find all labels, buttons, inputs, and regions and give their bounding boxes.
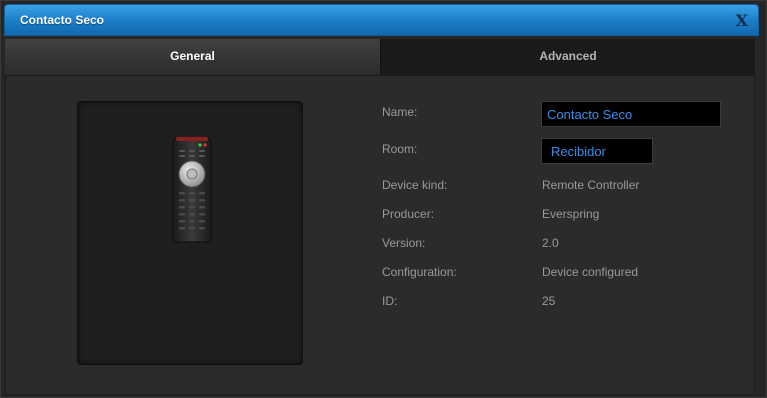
- name-row: Name:: [382, 101, 742, 129]
- configuration-label: Configuration:: [382, 265, 457, 279]
- producer-value: Everspring: [542, 207, 600, 221]
- producer-label: Producer:: [382, 207, 435, 221]
- device-kind-row: Device kind: Remote Controller: [382, 178, 742, 204]
- tab-general[interactable]: General: [5, 39, 380, 75]
- close-button[interactable]: X: [736, 11, 748, 30]
- room-input[interactable]: [541, 138, 653, 164]
- dialog-titlebar[interactable]: Contacto Seco X: [4, 4, 759, 36]
- version-value: 2.0: [542, 236, 559, 250]
- device-dialog: Contacto Seco X General Advanced Name: C…: [0, 0, 767, 398]
- device-kind-value: Remote Controller: [542, 178, 640, 192]
- tab-bar: General Advanced: [5, 39, 755, 75]
- id-value: 25: [542, 294, 556, 308]
- configuration-value: Device configured: [542, 265, 639, 279]
- dialog-title: Contacto Seco: [20, 13, 105, 27]
- device-kind-label: Device kind:: [382, 178, 448, 192]
- id-row: ID: 25: [382, 294, 742, 320]
- device-info: Name: Room: Device kind: Remote Controll…: [382, 76, 742, 376]
- version-label: Version:: [382, 236, 426, 250]
- device-image-panel: [77, 101, 303, 365]
- remote-controller-icon: [172, 137, 212, 243]
- id-label: ID:: [382, 294, 398, 308]
- room-label: Room:: [382, 142, 418, 156]
- tab-advanced[interactable]: Advanced: [380, 39, 755, 75]
- room-row: Room:: [382, 138, 742, 166]
- general-panel: Name: Room: Device kind: Remote Controll…: [5, 75, 755, 395]
- configuration-row: Configuration: Device configured: [382, 265, 742, 291]
- version-row: Version: 2.0: [382, 236, 742, 262]
- name-label: Name:: [382, 105, 418, 119]
- producer-row: Producer: Everspring: [382, 207, 742, 233]
- name-input[interactable]: [541, 101, 721, 127]
